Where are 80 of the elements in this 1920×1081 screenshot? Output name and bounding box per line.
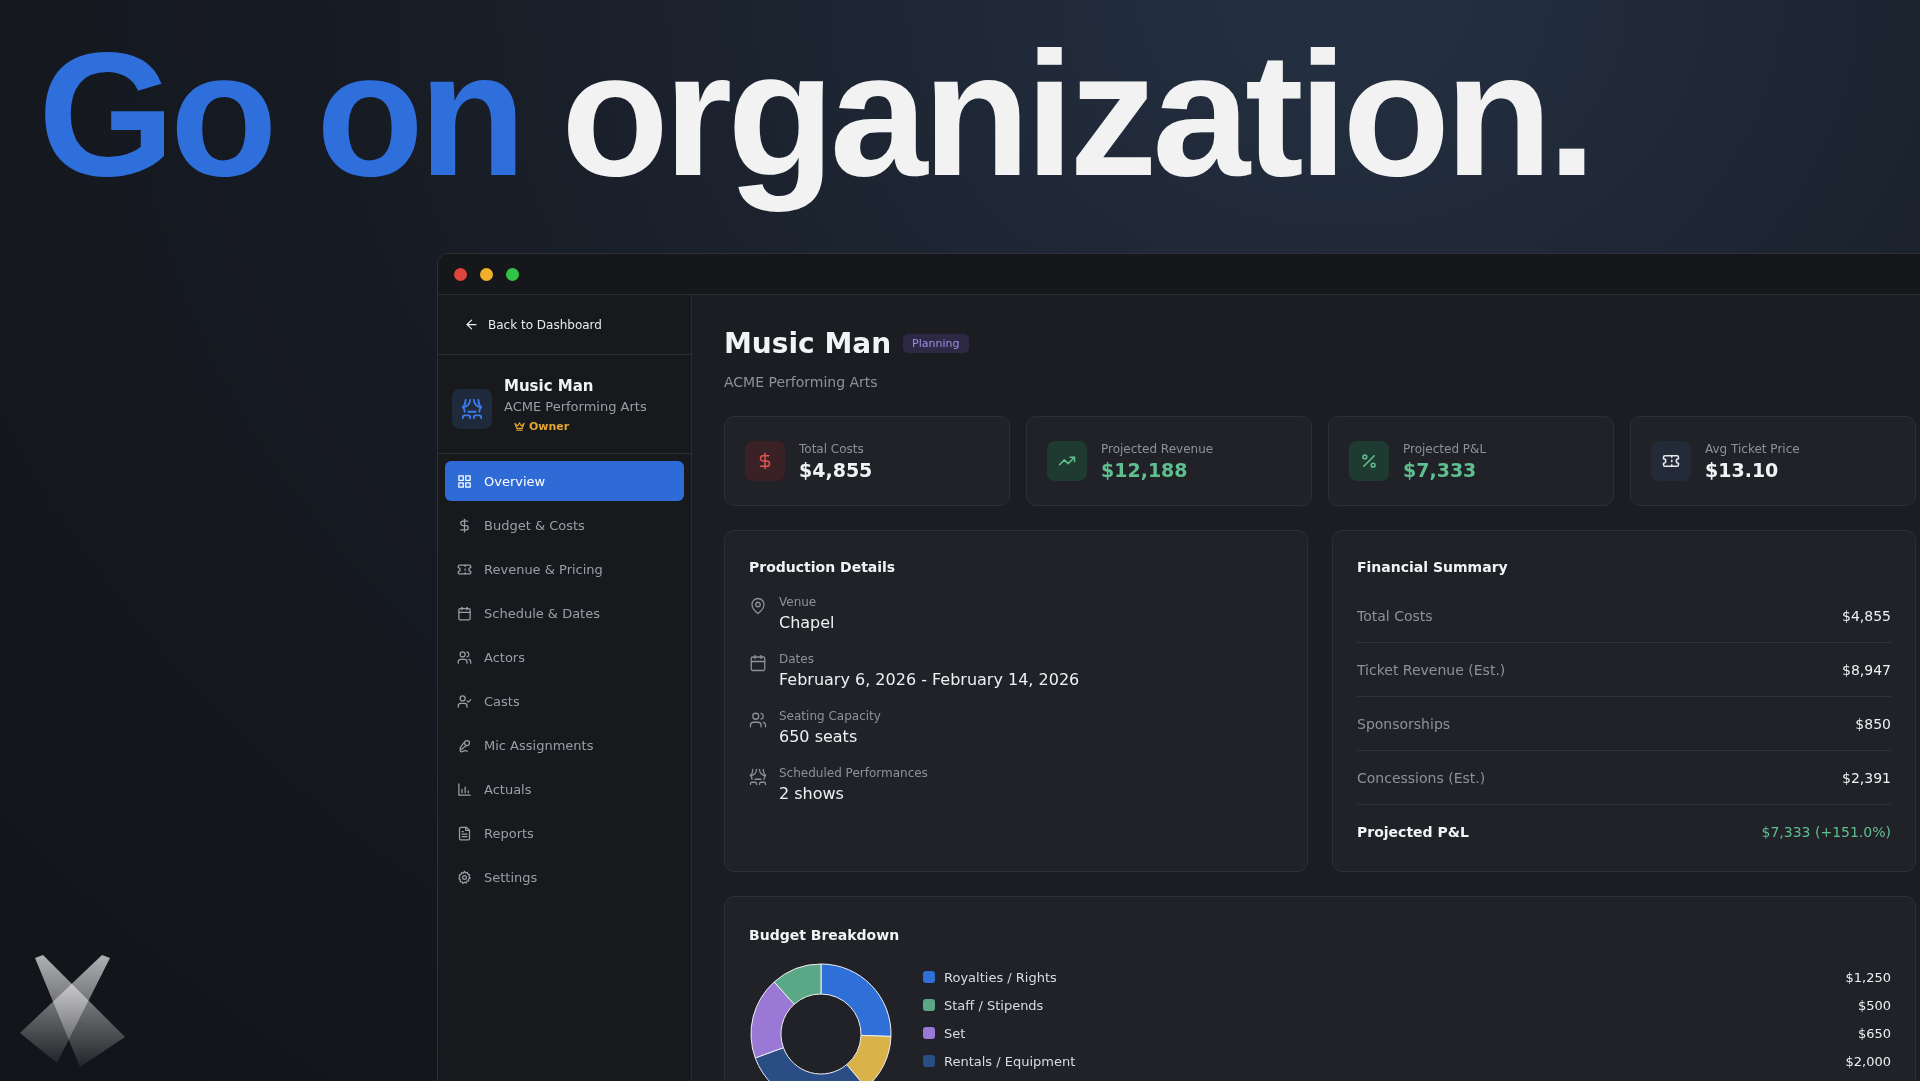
role-label: Owner	[529, 420, 570, 433]
calendar-icon	[457, 605, 472, 621]
people-icon	[749, 711, 767, 729]
maximize-window-button[interactable]	[506, 267, 519, 281]
headline-text: organization.	[561, 15, 1592, 214]
legend-label: Set	[944, 1025, 967, 1041]
nav-item[interactable]: Overview	[445, 461, 684, 501]
detail-value: 2 shows	[779, 784, 845, 803]
summary-label: Ticket Revenue (Est.)	[1357, 661, 1506, 678]
status-badge: Planning	[903, 334, 969, 353]
detail-value: February 6, 2026 - February 14, 2026	[779, 670, 1080, 689]
project-organization: ACME Performing Arts	[504, 399, 647, 414]
card-title: Financial Summary	[1357, 559, 1509, 575]
back-link[interactable]: Back to Dashboard	[438, 295, 691, 355]
legend-amount: $500	[1857, 997, 1891, 1013]
trend-up-icon	[1047, 441, 1087, 481]
bar-chart-icon	[457, 781, 472, 797]
minimize-window-button[interactable]	[480, 267, 493, 281]
summary-label: Total Costs	[1357, 607, 1433, 624]
detail-label: Venue	[779, 595, 818, 609]
nav-item[interactable]: Actors	[445, 637, 684, 677]
theater-icon	[452, 389, 492, 429]
dollar-icon	[457, 517, 472, 533]
arrow-left-icon	[464, 317, 479, 332]
headline-accent: Go on	[38, 15, 522, 214]
nav-item[interactable]: Revenue & Pricing	[445, 549, 684, 589]
summary-value: $2,391	[1842, 769, 1891, 786]
people-icon	[457, 649, 472, 665]
summary-value: $8,947	[1842, 661, 1891, 678]
nav-item[interactable]: Settings	[445, 857, 684, 897]
stat-label: Projected P&L	[1403, 441, 1487, 456]
summary-label: Concessions (Est.)	[1357, 769, 1486, 786]
stat-value: $12,188	[1101, 458, 1189, 481]
nav-item[interactable]: Schedule & Dates	[445, 593, 684, 633]
percent-icon	[1349, 441, 1389, 481]
legend-label: Staff / Stipends	[944, 997, 1045, 1013]
dollar-icon	[745, 441, 785, 481]
detail-label: Scheduled Performances	[779, 766, 928, 780]
nav-item[interactable]: Casts	[445, 681, 684, 721]
nav-item[interactable]: Budget & Costs	[445, 505, 684, 545]
crown-icon	[514, 421, 525, 432]
stat-label: Total Costs	[799, 441, 865, 456]
legend-label: Rentals / Equipment	[944, 1053, 1077, 1069]
document-icon	[457, 825, 472, 841]
calendar-icon	[749, 654, 767, 672]
ticket-icon	[457, 561, 472, 577]
summary-value: $850	[1855, 715, 1891, 732]
settings-icon	[457, 869, 472, 885]
stat-label: Avg Ticket Price	[1705, 441, 1800, 456]
microphone-icon	[457, 737, 472, 753]
stat-label: Projected Revenue	[1101, 441, 1214, 456]
card-title: Budget Breakdown	[749, 927, 900, 943]
summary-label: Projected P&L	[1357, 823, 1469, 840]
summary-label: Sponsorships	[1357, 715, 1451, 732]
detail-value: Chapel	[779, 613, 835, 632]
map-pin-icon	[749, 597, 767, 615]
legend-amount: $2,000	[1845, 1053, 1891, 1069]
project-name: Music Man	[504, 377, 595, 395]
user-check-icon	[457, 693, 472, 709]
summary-value: $7,333 (+151.0%)	[1761, 823, 1891, 840]
legend-label: Royalties / Rights	[944, 969, 1058, 985]
detail-label: Dates	[779, 652, 815, 666]
legend-amount: $650	[1857, 1025, 1891, 1041]
summary-value: $4,855	[1842, 607, 1891, 624]
page-title: Music Man	[724, 327, 892, 360]
legend-amount: $1,250	[1845, 969, 1891, 985]
theater-icon	[749, 768, 767, 786]
nav-item[interactable]: Actuals	[445, 769, 684, 809]
page-subtitle: ACME Performing Arts	[724, 374, 879, 390]
stat-value: $13.10	[1705, 458, 1780, 481]
detail-value: 650 seats	[779, 727, 859, 746]
card-title: Production Details	[749, 559, 897, 575]
stat-value: $7,333	[1403, 458, 1478, 481]
nav-item[interactable]: Reports	[445, 813, 684, 853]
ticket-icon	[1651, 441, 1691, 481]
nav-item[interactable]: Mic Assignments	[445, 725, 684, 765]
close-window-button[interactable]	[454, 267, 467, 281]
grid-icon	[457, 473, 472, 489]
detail-label: Seating Capacity	[779, 709, 881, 723]
stat-value: $4,855	[799, 458, 873, 481]
